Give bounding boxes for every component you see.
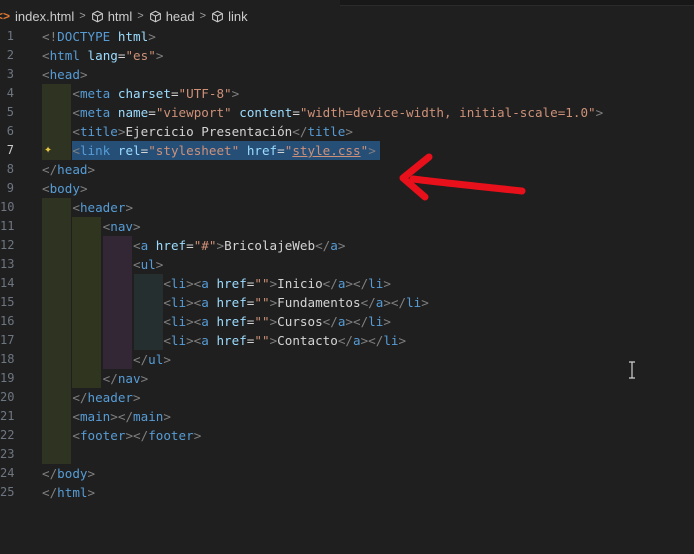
code-text: <main></main> — [72, 409, 171, 424]
line-number: 17 — [0, 333, 15, 347]
code-line[interactable]: 1 <!DOCTYPE html> — [0, 27, 694, 46]
code-text: </body> — [42, 466, 96, 481]
code-line[interactable]: 12 <a href="#">BricolajeWeb</a> — [0, 236, 694, 255]
breadcrumb-item-head[interactable]: head — [149, 9, 195, 24]
line-number: 5 — [6, 105, 14, 119]
code-text: <header> — [72, 200, 134, 215]
line-number: 2 — [6, 48, 14, 62]
code-line[interactable]: 23 — [0, 445, 694, 464]
code-symbol-icon — [212, 10, 223, 22]
breadcrumb-label: html — [107, 8, 133, 24]
breadcrumb-label: head — [165, 8, 195, 24]
code-line[interactable]: 21 <main></main> — [0, 407, 694, 426]
code-text: </header> — [72, 390, 141, 405]
line-number: 16 — [0, 314, 15, 328]
code-text: <li><a href="">Inicio</a></li> — [163, 276, 391, 291]
code-line[interactable]: 13 <ul> — [0, 255, 694, 274]
line-number: 12 — [0, 238, 15, 252]
code-line[interactable]: 18 </ul> — [0, 350, 694, 369]
code-line[interactable]: 2 <html lang="es"> — [0, 46, 694, 65]
code-text: <meta charset="UTF-8"> — [72, 86, 240, 101]
line-number: 3 — [6, 67, 14, 81]
code-text: <!DOCTYPE html> — [42, 29, 156, 44]
code-line[interactable]: 4 <meta charset="UTF-8"> — [0, 84, 694, 103]
breadcrumb-item-html[interactable]: html — [91, 8, 133, 24]
line-number: 22 — [0, 428, 15, 442]
line-number: 11 — [0, 219, 15, 233]
code-text: <li><a href="">Fundamentos</a></li> — [163, 295, 429, 310]
breadcrumb-file[interactable]: <> index.html — [0, 9, 74, 24]
code-symbol-icon — [149, 10, 161, 22]
code-text: <nav> — [102, 219, 141, 234]
code-line[interactable]: 3 <head> — [0, 65, 694, 84]
line-number: 21 — [0, 409, 15, 423]
html-file-icon: <> — [0, 9, 11, 23]
code-text: <body> — [42, 181, 88, 196]
code-line[interactable]: 17 <li><a href="">Contacto</a></li> — [0, 331, 694, 350]
code-text: <li><a href="">Contacto</a></li> — [163, 333, 407, 348]
code-line[interactable]: 6 <title>Ejercicio Presentación</title> — [0, 122, 694, 141]
code-symbol-icon — [91, 10, 103, 22]
breadcrumb-separator: > — [79, 10, 86, 22]
breadcrumb-label: link — [228, 8, 248, 24]
code-line[interactable]: 25 </html> — [0, 483, 694, 502]
line-number: 25 — [0, 485, 15, 499]
breadcrumb-item-link[interactable]: link — [211, 9, 248, 24]
code-line[interactable]: 20 </header> — [0, 388, 694, 407]
code-line[interactable]: 9 <body> — [0, 179, 694, 198]
code-text: <a href="#">BricolajeWeb</a> — [133, 238, 346, 253]
text-cursor-icon — [629, 361, 635, 379]
code-text: <head> — [42, 67, 88, 82]
line-number: 18 — [0, 352, 15, 366]
code-text: </html> — [42, 485, 96, 500]
code-line[interactable]: 5 <meta name="viewport" content="width=d… — [0, 103, 694, 122]
sparkle-lightbulb-icon[interactable]: ✦ — [40, 142, 56, 158]
line-number: 24 — [0, 466, 15, 480]
line-number: 8 — [6, 162, 14, 176]
line-number: 19 — [0, 371, 15, 385]
code-text: </nav> — [102, 371, 149, 386]
line-number: 1 — [6, 29, 14, 43]
code-text: <meta name="viewport" content="width=dev… — [72, 105, 604, 120]
code-line[interactable]: 15 <li><a href="">Fundamentos</a></li> — [0, 293, 694, 312]
line-number: 10 — [0, 200, 15, 214]
code-text: <footer></footer> — [72, 428, 202, 443]
code-line[interactable]: 10 <header> — [0, 198, 694, 217]
line-number: 14 — [0, 276, 15, 290]
line-number: 15 — [0, 295, 15, 309]
code-text: <li><a href="">Cursos</a></li> — [163, 314, 391, 329]
breadcrumb-separator: > — [137, 10, 144, 22]
code-line[interactable]: 8 </head> — [0, 160, 694, 179]
code-text: <html lang="es"> — [42, 48, 164, 63]
line-number: 9 — [6, 181, 14, 195]
code-line[interactable]: 19 </nav> — [0, 369, 694, 388]
code-line[interactable]: 11 <nav> — [0, 217, 694, 236]
code-line[interactable]: 16 <li><a href="">Cursos</a></li> — [0, 312, 694, 331]
code-text: <ul> — [133, 257, 164, 272]
line-number: 13 — [0, 257, 15, 271]
code-line[interactable]: 7 <link rel="stylesheet" href="style.css… — [0, 141, 694, 160]
breadcrumb-file-label: index.html — [15, 8, 75, 24]
line-number: 7 — [6, 143, 14, 157]
breadcrumb-separator: > — [199, 10, 207, 22]
code-text: <link rel="stylesheet" href="style.css"> — [72, 143, 376, 158]
line-number: 6 — [6, 124, 14, 138]
line-number: 4 — [6, 86, 14, 100]
code-text: <title>Ejercicio Presentación</title> — [72, 124, 353, 139]
code-line[interactable]: 14 <li><a href="">Inicio</a></li> — [0, 274, 694, 293]
line-number: 23 — [0, 447, 15, 461]
code-editor[interactable]: 1 <!DOCTYPE html> 2 <html lang="es"> 3 <head>… — [0, 27, 694, 554]
line-number: 20 — [0, 390, 15, 404]
code-line[interactable]: 24 </body> — [0, 464, 694, 483]
code-text: </ul> — [133, 352, 171, 367]
code-text: </head> — [42, 162, 96, 177]
code-line[interactable]: 22 <footer></footer> — [0, 426, 694, 445]
annotation-arrow — [399, 153, 526, 201]
